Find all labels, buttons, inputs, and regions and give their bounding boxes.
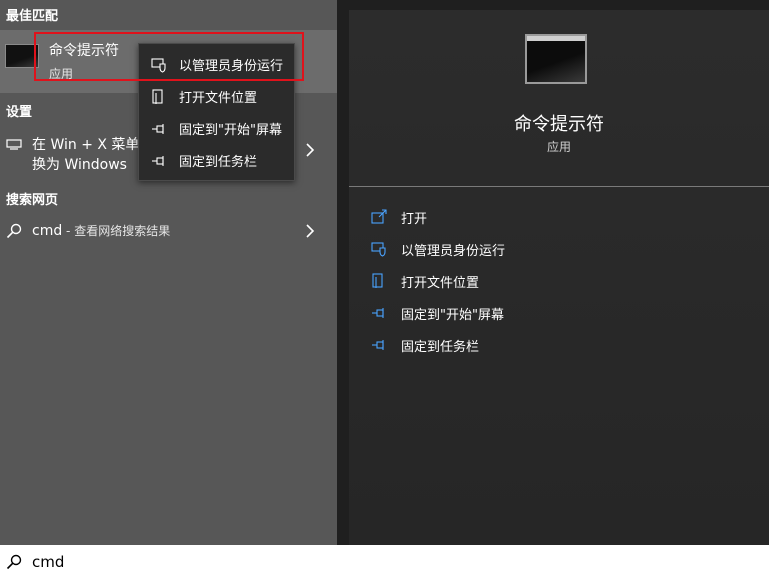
action-open-file-location-label: 打开文件位置: [401, 276, 480, 291]
preview-card: 命令提示符 应用 打开 以管理员身份运行 打开文件位置 固定到"开始"屏幕 固定…: [349, 10, 769, 545]
open-icon: [371, 209, 387, 225]
settings-heading: 设置: [6, 105, 33, 120]
search-input[interactable]: [32, 551, 732, 573]
display-icon: [6, 138, 22, 150]
shield-window-icon: [371, 241, 387, 257]
web-search-query: cmd: [32, 223, 63, 239]
pin-icon: [371, 337, 387, 353]
file-location-icon: [371, 273, 387, 289]
action-open-label: 打开: [401, 212, 428, 227]
web-search-heading: 搜索网页: [6, 193, 59, 208]
web-search-text: cmd - 查看网络搜索结果: [32, 222, 170, 239]
file-location-icon: [151, 89, 167, 105]
settings-result-line2: 换为 Windows: [32, 157, 127, 173]
preview-subtitle: 应用: [546, 140, 571, 154]
command-prompt-large-icon: [525, 34, 587, 84]
divider: [349, 186, 769, 187]
search-bar[interactable]: [0, 545, 769, 579]
results-panel: 最佳匹配 命令提示符 应用 设置 在 Win + X 菜单 换为 Windows…: [0, 0, 337, 545]
chevron-right-icon: [305, 142, 315, 158]
ctx-pin-to-taskbar-label: 固定到任务栏: [179, 155, 258, 170]
search-icon: [6, 223, 22, 239]
best-match-heading: 最佳匹配: [6, 9, 59, 24]
pin-icon: [371, 305, 387, 321]
preview-panel: 命令提示符 应用 打开 以管理员身份运行 打开文件位置 固定到"开始"屏幕 固定…: [337, 0, 769, 545]
action-pin-to-taskbar-label: 固定到任务栏: [401, 340, 480, 355]
preview-title: 命令提示符: [514, 114, 604, 135]
ctx-pin-to-start-label: 固定到"开始"屏幕: [179, 123, 282, 138]
settings-result-line1: 在 Win + X 菜单: [32, 137, 140, 153]
pin-icon: [151, 153, 167, 169]
pin-icon: [151, 121, 167, 137]
ctx-pin-to-taskbar[interactable]: 固定到任务栏: [139, 145, 294, 175]
action-run-as-admin-label: 以管理员身份运行: [401, 244, 506, 259]
chevron-right-icon: [305, 223, 315, 239]
action-pin-to-start-label: 固定到"开始"屏幕: [401, 308, 504, 323]
web-search-result-item[interactable]: cmd - 查看网络搜索结果: [0, 215, 337, 249]
ctx-open-file-location-label: 打开文件位置: [179, 91, 258, 106]
search-icon: [6, 554, 22, 570]
ctx-open-file-location[interactable]: 打开文件位置: [139, 81, 294, 111]
ctx-pin-to-start[interactable]: 固定到"开始"屏幕: [139, 113, 294, 143]
web-search-suffix: - 查看网络搜索结果: [62, 224, 171, 238]
highlight-annotation: [34, 32, 304, 81]
